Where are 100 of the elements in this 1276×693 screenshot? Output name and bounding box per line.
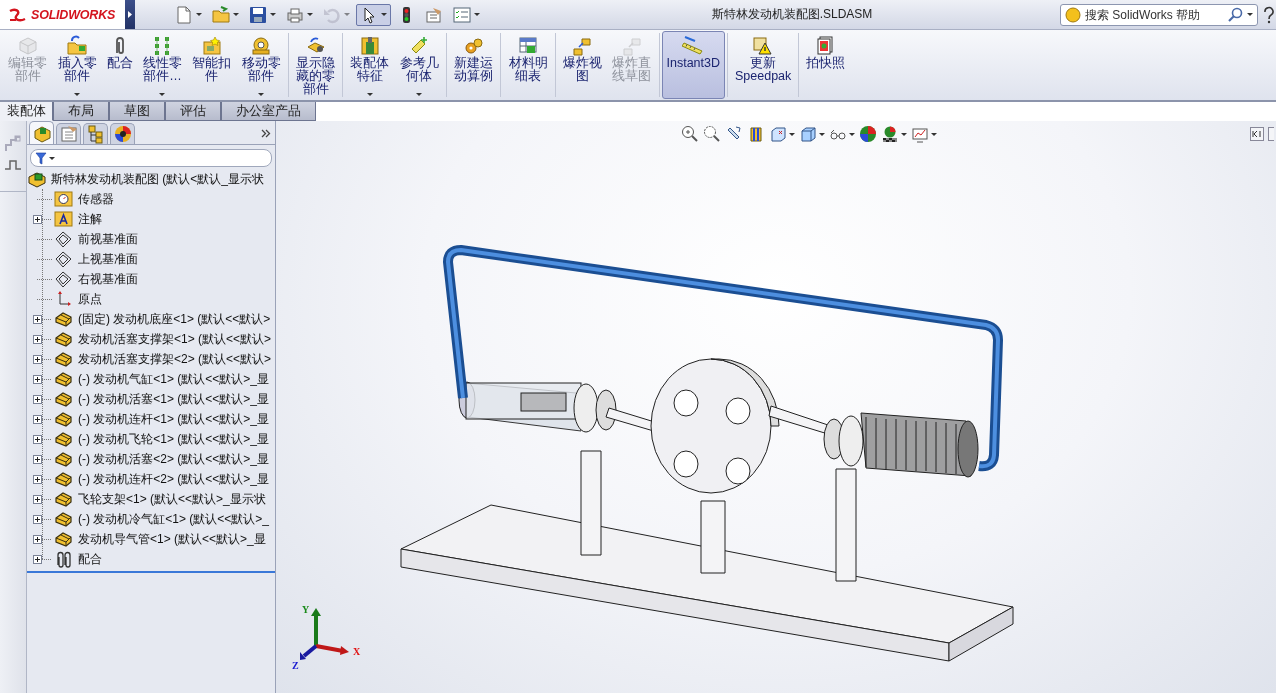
gear-part-icon [250,35,273,56]
options-icon [425,5,443,24]
appearance-ball-icon [859,125,877,143]
ribbon-button[interactable]: 插入零部件 [52,31,102,99]
plane-icon [54,249,74,269]
ribbon-button[interactable]: 配合 [101,31,138,99]
expand-icon[interactable] [33,414,53,424]
scene-icon [881,125,899,143]
ribbon-button[interactable]: 线性零部件… [137,31,188,99]
expand-icon[interactable] [33,214,53,224]
ribbon-button[interactable]: 智能扣件 [187,31,237,99]
tree-item[interactable]: (固定) 发动机底座<1> (默认<<默认> [78,310,271,328]
caret-icon [1247,13,1253,16]
tree-item[interactable]: 原点 [78,290,102,308]
tree-item[interactable]: 发动机活塞支撑架<1> (默认<<默认> [78,330,272,348]
search-icon[interactable] [1227,6,1243,23]
folder-icon [66,35,89,56]
caret-icon [381,13,387,16]
caret-icon [474,13,480,16]
caret-icon [366,93,373,96]
tree-item[interactable]: 发动机活塞支撑架<2> (默认<<默认> [78,350,272,368]
caret-icon [270,13,276,16]
ribbon-button[interactable]: 爆炸视图 [557,31,608,99]
display-style-icon [799,125,817,143]
warning-update-icon [752,35,775,56]
tree-item[interactable]: (-) 发动机连杆<2> (默认<<默认>_显 [78,470,270,488]
expand-icon[interactable] [33,474,53,484]
ribbon-button[interactable]: 拍快照 [801,31,851,99]
expand-icon[interactable] [33,374,53,384]
ribbon-button[interactable]: Instant3D [661,31,725,99]
tree-item[interactable]: 右视基准面 [78,270,138,288]
tab[interactable]: 装配体 [0,102,53,121]
expand-icon[interactable] [33,534,53,544]
tree-item[interactable]: (-) 发动机冷气缸<1> (默认<<默认>_ [78,510,270,528]
ruler-icon [682,35,705,56]
view-tool[interactable] [747,125,765,143]
tree-item[interactable]: 传感器 [78,190,114,208]
tree-item[interactable]: 飞轮支架<1> (默认<<默认>_显示状 [78,490,266,508]
configuration-icon [85,124,106,144]
expand-icon[interactable] [33,394,53,404]
section-view-icon [747,125,765,143]
tree-item[interactable]: 上视基准面 [78,250,138,268]
appearance-ball-icon [112,124,133,144]
expand-icon[interactable] [33,514,53,524]
ribbon-button[interactable]: 移动零部件 [236,31,286,99]
tree-item[interactable]: (-) 发动机气缸<1> (默认<<默认>_显 [78,370,270,388]
expand-icon[interactable] [33,354,53,364]
tree-item[interactable]: (-) 发动机飞轮<1> (默认<<默认>_显 [78,430,270,448]
folder-icon [212,5,230,24]
ribbon-button[interactable]: 参考几何体 [394,31,444,99]
search-input[interactable]: 搜索 SolidWorks 帮助 [1085,7,1223,22]
tree-item[interactable]: 前视基准面 [78,230,138,248]
tab[interactable]: 布局 [53,102,109,121]
zoom-fit-icon [681,125,699,143]
filter-field[interactable] [30,149,272,167]
caret-icon [196,13,202,16]
star-box-icon [200,35,223,56]
search-field[interactable]: 搜索 SolidWorks 帮助 [1060,3,1258,26]
expand-icon[interactable] [33,314,53,324]
ribbon-button[interactable]: 装配体特征 [345,31,395,99]
tab[interactable]: 评估 [165,102,221,121]
cube-icon [16,35,39,56]
view-tool[interactable] [859,125,877,143]
ribbon-button[interactable]: 显示隐藏的零部件 [290,31,341,99]
view-tool[interactable] [881,125,907,143]
pulse-icon[interactable] [4,159,22,171]
chevron-icon[interactable] [261,129,271,138]
axis-label: Y [302,604,310,615]
view-tool[interactable] [681,125,699,143]
arrow-icon [128,11,132,18]
ribbon-button[interactable]: 更新 Speedpak [730,31,797,99]
caret-icon [819,132,825,136]
viewport-split-icon[interactable] [1250,127,1264,141]
expand-icon[interactable] [33,434,53,444]
ribbon-button[interactable]: 材料明细表 [503,31,553,99]
panel-tab[interactable] [110,123,135,144]
zoom-area-icon [703,125,721,143]
tree-item[interactable]: 发动机导气管<1> (默认<<默认>_显 [78,530,266,548]
tab[interactable]: 草图 [109,102,165,121]
help-icon[interactable] [1262,5,1276,24]
tab[interactable]: 办公室产品 [221,102,316,121]
tree-item[interactable]: (-) 发动机活塞<1> (默认<<默认>_显 [78,390,270,408]
ribbon-button[interactable]: 新建运动算例 [449,31,499,99]
toolbar-button[interactable] [356,3,391,26]
caret-icon [258,93,265,96]
caret-icon [344,13,350,16]
tree-item[interactable]: 斯特林发动机装配图 (默认<默认_显示状 [51,170,264,188]
menu-expand-button[interactable] [125,0,135,29]
tree-item[interactable]: (-) 发动机活塞<2> (默认<<默认>_显 [78,450,270,468]
expand-icon[interactable] [33,334,53,344]
tree-item[interactable]: 注解 [78,210,102,228]
expand-icon[interactable] [33,494,53,504]
caret-icon [789,132,795,136]
tree-item[interactable]: (-) 发动机连杆<1> (默认<<默认>_显 [78,410,270,428]
caret-icon [307,13,313,16]
explode-icon [571,35,594,56]
annotation-folder-icon [54,209,74,229]
expand-icon[interactable] [33,554,53,564]
tree-item[interactable]: 配合 [78,550,102,568]
expand-icon[interactable] [33,454,53,464]
